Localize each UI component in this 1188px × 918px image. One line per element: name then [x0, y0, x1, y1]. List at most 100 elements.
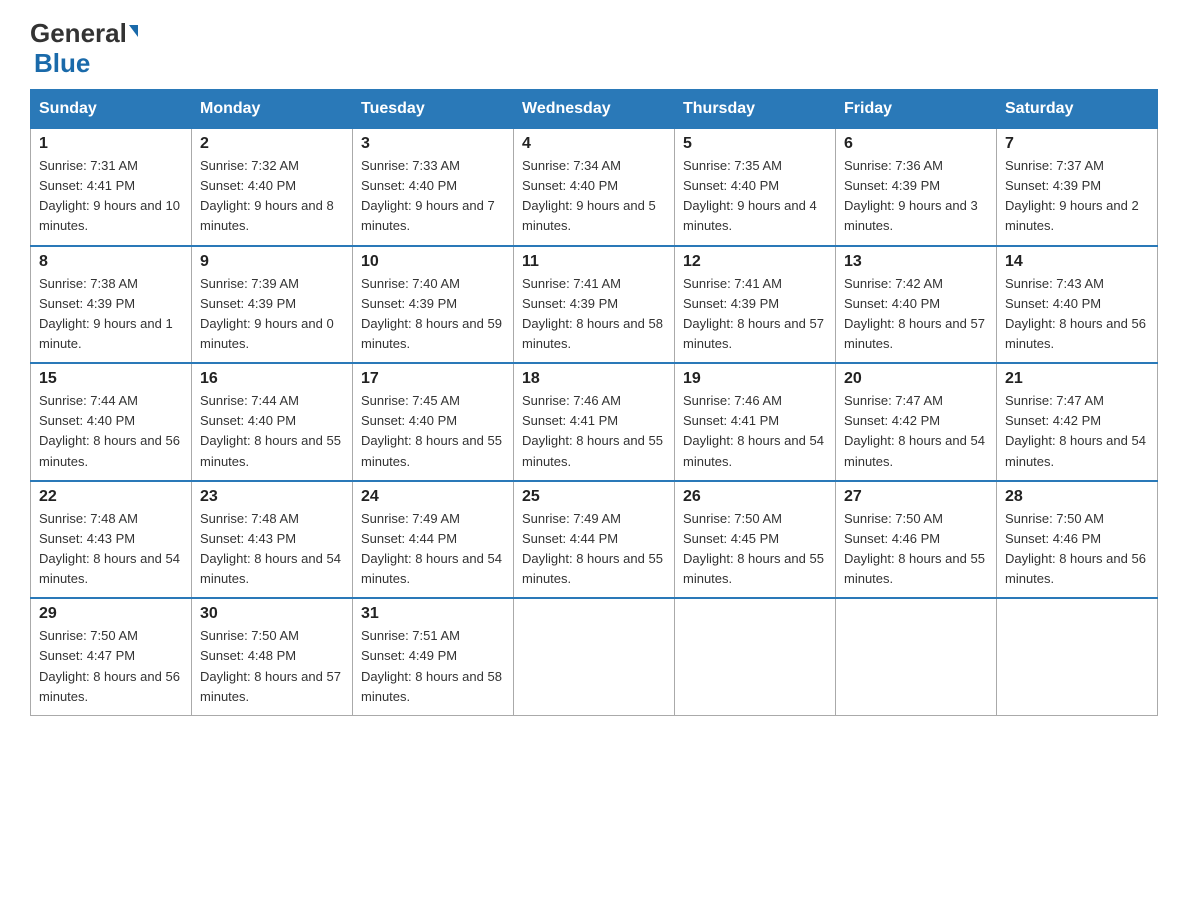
page-header: General Blue — [30, 20, 1158, 79]
day-info: Sunrise: 7:48 AMSunset: 4:43 PMDaylight:… — [200, 509, 344, 590]
day-number: 24 — [361, 488, 505, 506]
day-number: 19 — [683, 370, 827, 388]
day-info: Sunrise: 7:32 AMSunset: 4:40 PMDaylight:… — [200, 156, 344, 237]
day-info: Sunrise: 7:35 AMSunset: 4:40 PMDaylight:… — [683, 156, 827, 237]
logo-triangle-icon — [129, 25, 138, 37]
logo-blue: Blue — [34, 48, 90, 79]
weekday-header-wednesday: Wednesday — [514, 90, 675, 129]
day-number: 21 — [1005, 370, 1149, 388]
weekday-header-monday: Monday — [192, 90, 353, 129]
day-info: Sunrise: 7:37 AMSunset: 4:39 PMDaylight:… — [1005, 156, 1149, 237]
calendar-cell: 7 Sunrise: 7:37 AMSunset: 4:39 PMDaylight… — [997, 128, 1158, 246]
day-number: 2 — [200, 135, 344, 153]
day-info: Sunrise: 7:46 AMSunset: 4:41 PMDaylight:… — [683, 391, 827, 472]
day-info: Sunrise: 7:50 AMSunset: 4:46 PMDaylight:… — [844, 509, 988, 590]
day-number: 1 — [39, 135, 183, 153]
day-number: 15 — [39, 370, 183, 388]
calendar-cell: 25Sunrise: 7:49 AMSunset: 4:44 PMDayligh… — [514, 481, 675, 599]
day-info: Sunrise: 7:39 AMSunset: 4:39 PMDaylight:… — [200, 274, 344, 355]
day-info: Sunrise: 7:40 AMSunset: 4:39 PMDaylight:… — [361, 274, 505, 355]
weekday-header-friday: Friday — [836, 90, 997, 129]
calendar-cell: 16 Sunrise: 7:44 AMSunset: 4:40 PMDayligh… — [192, 363, 353, 481]
day-number: 7 — [1005, 135, 1149, 153]
day-number: 18 — [522, 370, 666, 388]
calendar-cell: 6Sunrise: 7:36 AMSunset: 4:39 PMDaylight… — [836, 128, 997, 246]
day-info: Sunrise: 7:44 AMSunset: 4:40 PMDaylight:… — [39, 391, 183, 472]
calendar-cell: 13 Sunrise: 7:42 AMSunset: 4:40 PMDayligh… — [836, 246, 997, 364]
calendar-cell: 5 Sunrise: 7:35 AMSunset: 4:40 PMDaylight… — [675, 128, 836, 246]
calendar-cell — [514, 598, 675, 715]
calendar-cell: 1 Sunrise: 7:31 AMSunset: 4:41 PMDaylight… — [31, 128, 192, 246]
day-info: Sunrise: 7:43 AMSunset: 4:40 PMDaylight:… — [1005, 274, 1149, 355]
day-number: 27 — [844, 488, 988, 506]
logo-general: General — [30, 20, 127, 46]
day-number: 4 — [522, 135, 666, 153]
day-number: 5 — [683, 135, 827, 153]
day-info: Sunrise: 7:49 AMSunset: 4:44 PMDaylight:… — [361, 509, 505, 590]
week-row-4: 22 Sunrise: 7:48 AMSunset: 4:43 PMDayligh… — [31, 481, 1158, 599]
day-number: 28 — [1005, 488, 1149, 506]
weekday-header-thursday: Thursday — [675, 90, 836, 129]
weekday-header-saturday: Saturday — [997, 90, 1158, 129]
day-number: 8 — [39, 253, 183, 271]
day-info: Sunrise: 7:46 AMSunset: 4:41 PMDaylight:… — [522, 391, 666, 472]
calendar-cell: 2 Sunrise: 7:32 AMSunset: 4:40 PMDaylight… — [192, 128, 353, 246]
calendar-cell: 9Sunrise: 7:39 AMSunset: 4:39 PMDaylight… — [192, 246, 353, 364]
week-row-5: 29Sunrise: 7:50 AMSunset: 4:47 PMDayligh… — [31, 598, 1158, 715]
day-info: Sunrise: 7:38 AMSunset: 4:39 PMDaylight:… — [39, 274, 183, 355]
day-number: 17 — [361, 370, 505, 388]
day-info: Sunrise: 7:48 AMSunset: 4:43 PMDaylight:… — [39, 509, 183, 590]
calendar-cell: 20 Sunrise: 7:47 AMSunset: 4:42 PMDayligh… — [836, 363, 997, 481]
calendar-cell — [997, 598, 1158, 715]
day-info: Sunrise: 7:44 AMSunset: 4:40 PMDaylight:… — [200, 391, 344, 472]
calendar-cell: 15 Sunrise: 7:44 AMSunset: 4:40 PMDayligh… — [31, 363, 192, 481]
calendar-cell: 19 Sunrise: 7:46 AMSunset: 4:41 PMDayligh… — [675, 363, 836, 481]
calendar-cell: 12Sunrise: 7:41 AMSunset: 4:39 PMDayligh… — [675, 246, 836, 364]
day-number: 3 — [361, 135, 505, 153]
day-info: Sunrise: 7:45 AMSunset: 4:40 PMDaylight:… — [361, 391, 505, 472]
day-number: 13 — [844, 253, 988, 271]
weekday-header-tuesday: Tuesday — [353, 90, 514, 129]
calendar-cell: 11 Sunrise: 7:41 AMSunset: 4:39 PMDayligh… — [514, 246, 675, 364]
calendar-cell — [836, 598, 997, 715]
day-number: 10 — [361, 253, 505, 271]
calendar-cell: 26 Sunrise: 7:50 AMSunset: 4:45 PMDayligh… — [675, 481, 836, 599]
day-info: Sunrise: 7:31 AMSunset: 4:41 PMDaylight:… — [39, 156, 183, 237]
day-number: 14 — [1005, 253, 1149, 271]
day-number: 30 — [200, 605, 344, 623]
calendar-cell: 27 Sunrise: 7:50 AMSunset: 4:46 PMDayligh… — [836, 481, 997, 599]
day-info: Sunrise: 7:42 AMSunset: 4:40 PMDaylight:… — [844, 274, 988, 355]
day-number: 25 — [522, 488, 666, 506]
day-info: Sunrise: 7:33 AMSunset: 4:40 PMDaylight:… — [361, 156, 505, 237]
calendar-cell: 4Sunrise: 7:34 AMSunset: 4:40 PMDaylight… — [514, 128, 675, 246]
day-number: 26 — [683, 488, 827, 506]
day-info: Sunrise: 7:47 AMSunset: 4:42 PMDaylight:… — [844, 391, 988, 472]
day-number: 16 — [200, 370, 344, 388]
calendar-cell: 10 Sunrise: 7:40 AMSunset: 4:39 PMDayligh… — [353, 246, 514, 364]
day-info: Sunrise: 7:50 AMSunset: 4:48 PMDaylight:… — [200, 626, 344, 707]
day-number: 11 — [522, 253, 666, 271]
day-info: Sunrise: 7:51 AMSunset: 4:49 PMDaylight:… — [361, 626, 505, 707]
day-info: Sunrise: 7:41 AMSunset: 4:39 PMDaylight:… — [683, 274, 827, 355]
day-info: Sunrise: 7:50 AMSunset: 4:47 PMDaylight:… — [39, 626, 183, 707]
week-row-1: 1 Sunrise: 7:31 AMSunset: 4:41 PMDaylight… — [31, 128, 1158, 246]
calendar-cell: 23 Sunrise: 7:48 AMSunset: 4:43 PMDayligh… — [192, 481, 353, 599]
day-info: Sunrise: 7:41 AMSunset: 4:39 PMDaylight:… — [522, 274, 666, 355]
calendar-cell: 29Sunrise: 7:50 AMSunset: 4:47 PMDayligh… — [31, 598, 192, 715]
calendar-cell: 22 Sunrise: 7:48 AMSunset: 4:43 PMDayligh… — [31, 481, 192, 599]
week-row-3: 15 Sunrise: 7:44 AMSunset: 4:40 PMDayligh… — [31, 363, 1158, 481]
day-number: 23 — [200, 488, 344, 506]
calendar-cell: 3 Sunrise: 7:33 AMSunset: 4:40 PMDaylight… — [353, 128, 514, 246]
calendar-cell: 28 Sunrise: 7:50 AMSunset: 4:46 PMDayligh… — [997, 481, 1158, 599]
logo: General Blue — [30, 20, 138, 79]
weekday-header-sunday: Sunday — [31, 90, 192, 129]
day-number: 6 — [844, 135, 988, 153]
calendar-cell — [675, 598, 836, 715]
day-number: 20 — [844, 370, 988, 388]
calendar-cell: 8 Sunrise: 7:38 AMSunset: 4:39 PMDaylight… — [31, 246, 192, 364]
day-number: 22 — [39, 488, 183, 506]
day-info: Sunrise: 7:50 AMSunset: 4:45 PMDaylight:… — [683, 509, 827, 590]
calendar-cell: 18 Sunrise: 7:46 AMSunset: 4:41 PMDayligh… — [514, 363, 675, 481]
day-info: Sunrise: 7:50 AMSunset: 4:46 PMDaylight:… — [1005, 509, 1149, 590]
calendar-cell: 21Sunrise: 7:47 AMSunset: 4:42 PMDayligh… — [997, 363, 1158, 481]
